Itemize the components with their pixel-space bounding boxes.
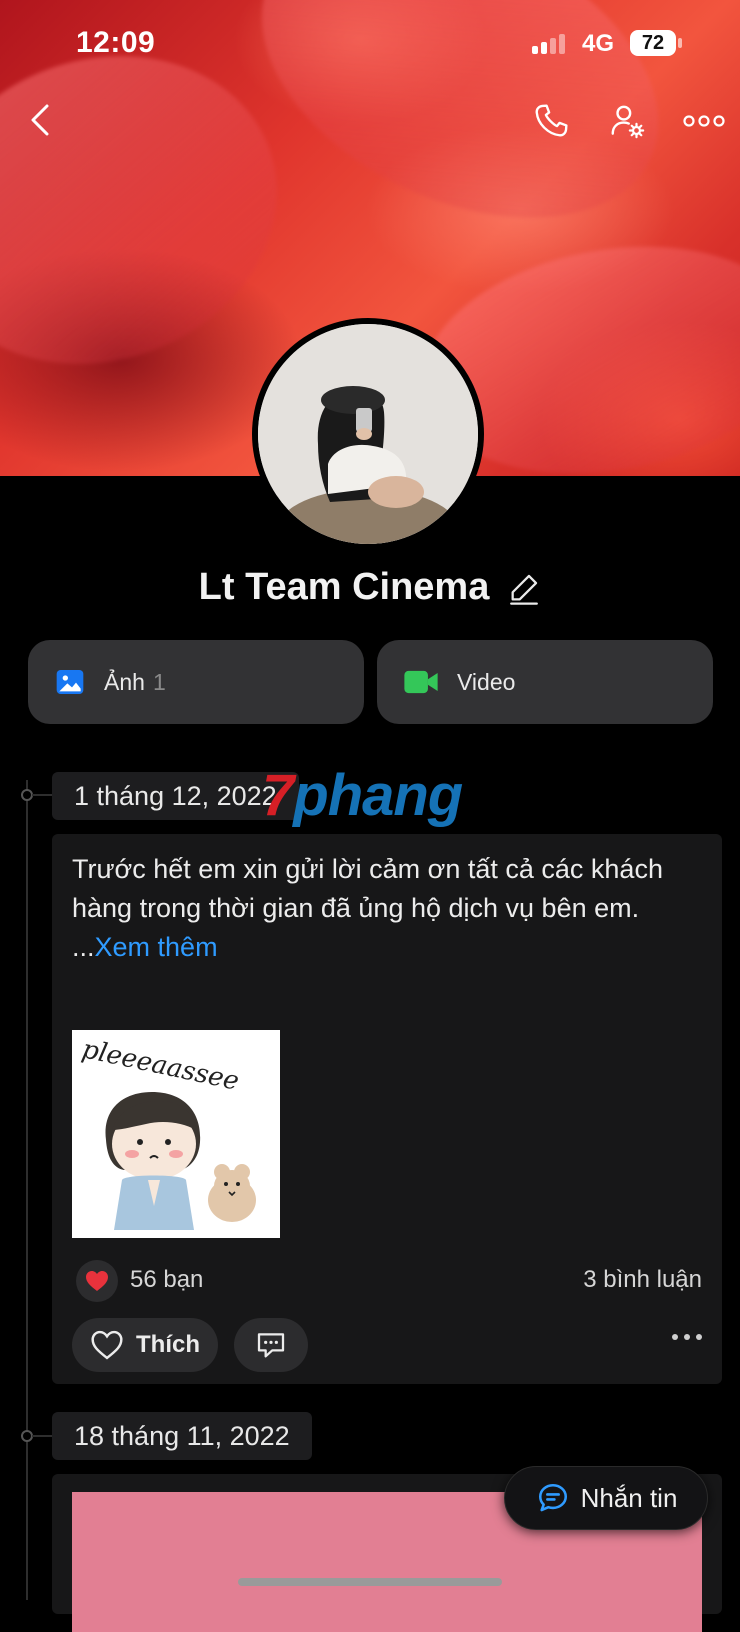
- post-date-chip: 1 tháng 12, 2022: [52, 772, 299, 820]
- profile-settings-button[interactable]: [604, 98, 650, 144]
- photos-button[interactable]: Ảnh 1: [28, 640, 364, 724]
- home-indicator[interactable]: [238, 1578, 502, 1586]
- heart-outline-icon: [91, 1330, 123, 1360]
- dot: [684, 1334, 690, 1340]
- status-bar: 12:09 4G 72: [0, 0, 740, 90]
- ellipsis-icon: [683, 115, 725, 127]
- photos-label: Ảnh: [104, 668, 145, 695]
- comment-icon: [257, 1333, 285, 1358]
- more-options-button[interactable]: [680, 104, 728, 138]
- edit-pencil-icon[interactable]: [507, 571, 541, 605]
- timeline-line: [26, 780, 28, 1600]
- chat-bubble-icon: [538, 1483, 567, 1512]
- post-date: 18 tháng 11, 2022: [74, 1420, 290, 1451]
- video-camera-icon: [404, 670, 438, 694]
- avatar-photo: [258, 324, 478, 544]
- dot: [672, 1334, 678, 1340]
- status-time: 12:09: [76, 26, 156, 59]
- call-button[interactable]: [528, 98, 574, 144]
- heart-icon: [86, 1271, 108, 1291]
- profile-name: Lt Team Cinema: [198, 566, 490, 608]
- photos-count: 1: [152, 668, 166, 695]
- sticker-illustration: pleeeaassee: [72, 1030, 280, 1238]
- signal-icon: [532, 34, 565, 54]
- post-body: Trước hết em xin gửi lời cảm ơn tất cả c…: [72, 850, 702, 967]
- comment-count[interactable]: 3 bình luận: [583, 1266, 702, 1294]
- watermark-part2: phang: [293, 763, 463, 828]
- post-more-options[interactable]: [672, 1334, 702, 1340]
- post-sticker-image[interactable]: pleeeaassee: [72, 1030, 280, 1238]
- avatar-illustration: [258, 324, 478, 544]
- post-date-chip: 18 tháng 11, 2022: [52, 1412, 312, 1460]
- user-gear-icon: [611, 105, 645, 139]
- dot: [696, 1334, 702, 1340]
- timeline-tick: [32, 1435, 52, 1437]
- profile-avatar[interactable]: [252, 318, 484, 550]
- timeline-tick: [32, 794, 52, 796]
- like-label: Thích: [136, 1331, 200, 1358]
- message-button[interactable]: Nhắn tin: [504, 1466, 708, 1530]
- reaction-row: 56 bạn 3 bình luận: [76, 1260, 702, 1304]
- post-date: 1 tháng 12, 2022: [74, 780, 277, 811]
- post-text: Trước hết em xin gửi lời cảm ơn tất cả c…: [72, 854, 663, 923]
- chevron-left-icon: [31, 104, 49, 136]
- see-more-link[interactable]: Xem thêm: [95, 932, 218, 962]
- battery-tip: [678, 38, 682, 48]
- image-icon: [56, 670, 84, 694]
- network-type: 4G: [582, 30, 615, 57]
- message-label: Nhắn tin: [580, 1482, 678, 1513]
- battery-icon: 72: [630, 30, 676, 56]
- like-button[interactable]: Thích: [72, 1318, 218, 1372]
- post-card[interactable]: Trước hết em xin gửi lời cảm ơn tất cả c…: [52, 834, 722, 1384]
- videos-label: Video: [457, 668, 516, 695]
- comment-button[interactable]: [234, 1318, 308, 1372]
- see-more-prefix: ...: [72, 932, 95, 962]
- reaction-heart-bubble[interactable]: [76, 1260, 118, 1302]
- like-count[interactable]: 56 bạn: [130, 1266, 203, 1294]
- profile-name-row: Lt Team Cinema: [0, 566, 740, 609]
- videos-button[interactable]: Video: [377, 640, 713, 724]
- back-button[interactable]: [20, 98, 60, 142]
- phone-icon: [535, 104, 568, 137]
